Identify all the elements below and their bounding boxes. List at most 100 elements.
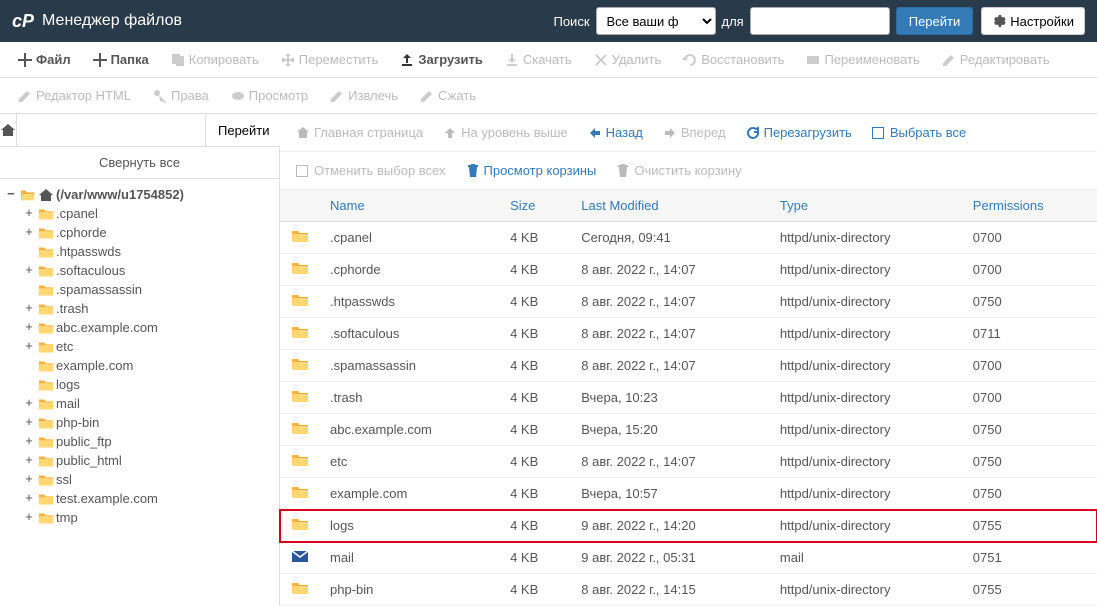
expander-icon[interactable]: [22, 377, 36, 392]
nav-row-2: Отменить выбор всех Просмотр корзины Очи…: [280, 152, 1097, 190]
folder-icon: [38, 264, 54, 278]
expander-icon[interactable]: +: [22, 263, 36, 278]
table-row[interactable]: etc4 KB8 авг. 2022 г., 14:07httpd/unix-d…: [280, 446, 1097, 478]
tree-root[interactable]: − (/var/www/u1754852): [4, 185, 275, 204]
col-icon[interactable]: [280, 190, 320, 222]
html-editor-button[interactable]: Редактор HTML: [8, 82, 141, 109]
gear-icon: [992, 14, 1006, 28]
tree-node[interactable]: +.trash: [22, 299, 275, 318]
expander-icon[interactable]: −: [4, 187, 18, 202]
cell-size: 4 KB: [500, 510, 571, 542]
table-row[interactable]: .spamassassin4 KB8 авг. 2022 г., 14:07ht…: [280, 350, 1097, 382]
edit-button[interactable]: Редактировать: [932, 46, 1060, 73]
nav-trash-button[interactable]: Просмотр корзины: [458, 158, 605, 183]
expander-icon[interactable]: +: [22, 396, 36, 411]
permissions-button[interactable]: Права: [143, 82, 219, 109]
upload-button[interactable]: Загрузить: [390, 46, 492, 73]
folder-button[interactable]: Папка: [83, 46, 159, 73]
tree-node[interactable]: +public_ftp: [22, 432, 275, 451]
tree-label: tmp: [56, 510, 78, 525]
nav-empty-trash-button[interactable]: Очистить корзину: [608, 158, 749, 183]
tree-node[interactable]: +.softaculous: [22, 261, 275, 280]
expander-icon[interactable]: +: [22, 510, 36, 525]
expander-icon[interactable]: +: [22, 434, 36, 449]
tree-node[interactable]: +.cphorde: [22, 223, 275, 242]
delete-button[interactable]: Удалить: [584, 46, 672, 73]
tree-node[interactable]: +public_html: [22, 451, 275, 470]
move-button[interactable]: Переместить: [271, 46, 389, 73]
nav-reload-button[interactable]: Перезагрузить: [738, 120, 860, 145]
col-type[interactable]: Type: [770, 190, 963, 222]
tree-node[interactable]: +.cpanel: [22, 204, 275, 223]
table-row[interactable]: .softaculous4 KB8 авг. 2022 г., 14:07htt…: [280, 318, 1097, 350]
table-row[interactable]: .cpanel4 KBСегодня, 09:41httpd/unix-dire…: [280, 222, 1097, 254]
table-row[interactable]: example.com4 KBВчера, 10:57httpd/unix-di…: [280, 478, 1097, 510]
expander-icon[interactable]: [22, 244, 36, 259]
nav-up-button[interactable]: На уровень выше: [435, 120, 576, 145]
tree-node[interactable]: +etc: [22, 337, 275, 356]
expander-icon[interactable]: +: [22, 453, 36, 468]
nav-back-button[interactable]: Назад: [580, 120, 651, 145]
table-row[interactable]: .trash4 KBВчера, 10:23httpd/unix-directo…: [280, 382, 1097, 414]
expander-icon[interactable]: +: [22, 225, 36, 240]
tree-node[interactable]: .spamassassin: [22, 280, 275, 299]
expander-icon[interactable]: +: [22, 320, 36, 335]
nav-home-button[interactable]: Главная страница: [288, 120, 431, 145]
tree-node[interactable]: logs: [22, 375, 275, 394]
path-input[interactable]: [17, 114, 205, 146]
search-input[interactable]: [750, 7, 890, 35]
home-button[interactable]: [0, 114, 17, 146]
nav-forward-button[interactable]: Вперед: [655, 120, 734, 145]
view-button[interactable]: Просмотр: [221, 82, 318, 109]
cell-name: etc: [320, 446, 500, 478]
tree-node[interactable]: +ssl: [22, 470, 275, 489]
file-button[interactable]: Файл: [8, 46, 81, 73]
expander-icon[interactable]: +: [22, 491, 36, 506]
folder-icon: [291, 228, 309, 244]
tree-node[interactable]: + tmp: [22, 508, 275, 527]
search-group: Поиск Все ваши файлы для Перейти: [553, 7, 973, 35]
table-row[interactable]: php-bin4 KB8 авг. 2022 г., 14:15httpd/un…: [280, 574, 1097, 606]
table-row[interactable]: .htpasswds4 KB8 авг. 2022 г., 14:07httpd…: [280, 286, 1097, 318]
table-row[interactable]: .cphorde4 KB8 авг. 2022 г., 14:07httpd/u…: [280, 254, 1097, 286]
col-size[interactable]: Size: [500, 190, 571, 222]
copy-button[interactable]: Копировать: [161, 46, 269, 73]
path-go-button[interactable]: Перейти: [205, 114, 282, 146]
expander-icon[interactable]: +: [22, 206, 36, 221]
extract-button[interactable]: Извлечь: [320, 82, 408, 109]
nav-select-all-button[interactable]: Выбрать все: [864, 120, 974, 145]
download-button[interactable]: Скачать: [495, 46, 582, 73]
tree-node[interactable]: +mail: [22, 394, 275, 413]
cell-modified: Вчера, 15:20: [571, 414, 770, 446]
tree-node[interactable]: example.com: [22, 356, 275, 375]
col-modified[interactable]: Last Modified: [571, 190, 770, 222]
rename-button[interactable]: Переименовать: [796, 46, 929, 73]
tree-node[interactable]: +test.example.com: [22, 489, 275, 508]
expander-icon[interactable]: +: [22, 415, 36, 430]
table-row[interactable]: mail4 KB9 авг. 2022 г., 05:31mail0751: [280, 542, 1097, 574]
expander-icon[interactable]: +: [22, 301, 36, 316]
table-row[interactable]: logs4 KB9 авг. 2022 г., 14:20httpd/unix-…: [280, 510, 1097, 542]
cpanel-logo: cP: [12, 11, 34, 32]
expander-icon[interactable]: +: [22, 339, 36, 354]
cell-size: 4 KB: [500, 478, 571, 510]
search-scope-select[interactable]: Все ваши файлы: [596, 7, 716, 35]
cell-modified: Вчера, 10:57: [571, 478, 770, 510]
tree-node[interactable]: +php-bin: [22, 413, 275, 432]
folder-icon: [38, 226, 54, 240]
tree: − (/var/www/u1754852) +.cpanel+.cphorde …: [0, 179, 279, 533]
compress-button[interactable]: Сжать: [410, 82, 486, 109]
nav-deselect-button[interactable]: Отменить выбор всех: [288, 158, 454, 183]
expander-icon[interactable]: [22, 282, 36, 297]
settings-button[interactable]: Настройки: [981, 7, 1085, 35]
restore-button[interactable]: Восстановить: [673, 46, 794, 73]
col-name[interactable]: Name: [320, 190, 500, 222]
col-perm[interactable]: Permissions: [963, 190, 1097, 222]
tree-node[interactable]: .htpasswds: [22, 242, 275, 261]
table-row[interactable]: abc.example.com4 KBВчера, 15:20httpd/uni…: [280, 414, 1097, 446]
collapse-all-button[interactable]: Свернуть все: [0, 147, 279, 179]
tree-node[interactable]: +abc.example.com: [22, 318, 275, 337]
expander-icon[interactable]: +: [22, 472, 36, 487]
expander-icon[interactable]: [22, 358, 36, 373]
search-go-button[interactable]: Перейти: [896, 7, 974, 35]
